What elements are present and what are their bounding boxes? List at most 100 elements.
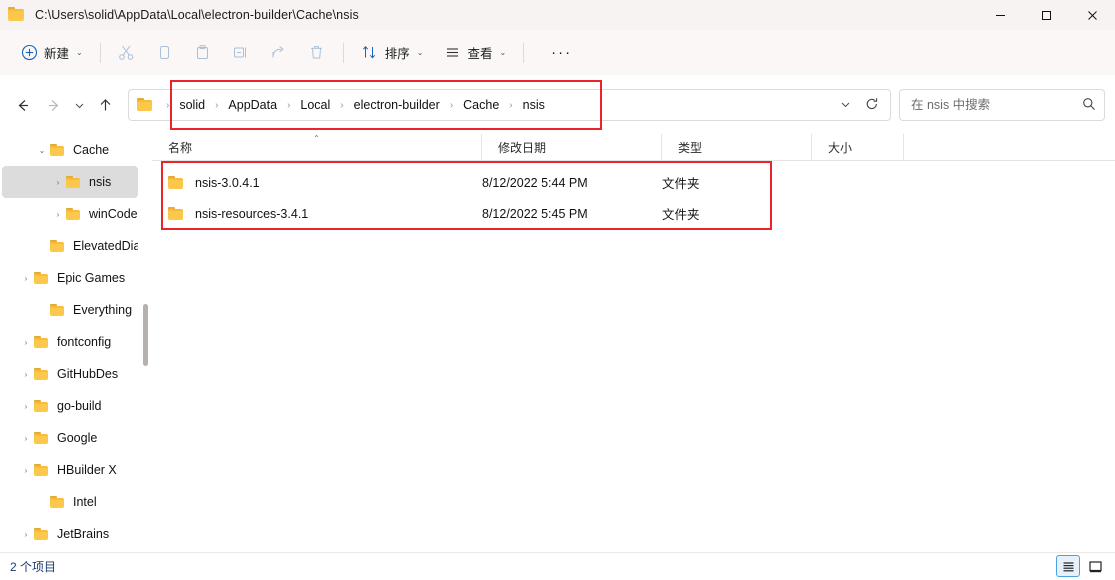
file-explorer-window: C:\Users\solid\AppData\Local\electron-bu… [0,0,1115,580]
folder-icon [34,463,50,477]
chevron-down-icon[interactable]: ⌄ [34,146,50,155]
folder-icon [50,239,66,253]
search-input[interactable] [900,98,1072,112]
back-button[interactable] [8,90,38,120]
sort-ascending-icon: ⌃ [313,133,320,143]
sidebar-item-label: JetBrains [57,527,110,541]
copy-button[interactable] [148,37,182,69]
share-button[interactable] [262,37,296,69]
folder-icon [34,335,50,349]
sidebar-item-hbuilder-x[interactable]: › HBuilder X [2,454,138,486]
sidebar-item-elevateddia[interactable]: ElevatedDia [2,230,138,262]
sidebar-item-wincode[interactable]: › winCode [2,198,138,230]
chevron-right-icon[interactable]: › [50,178,66,187]
chevron-right-icon[interactable]: › [18,370,34,379]
folder-icon [34,527,50,541]
forward-button[interactable] [38,90,68,120]
chevron-right-icon[interactable]: › [18,402,34,411]
more-options-button[interactable]: ··· [533,37,590,69]
sidebar-item-label: HBuilder X [57,463,117,477]
ellipsis-icon: ··· [551,44,573,61]
sidebar-item-fontconfig[interactable]: › fontconfig [2,326,138,358]
column-header-name[interactable]: ⌃ 名称 [152,133,482,161]
large-icons-view-toggle[interactable] [1083,555,1107,577]
chevron-right-icon[interactable]: › [18,274,34,283]
column-header-size[interactable]: 大小 [812,133,904,161]
share-icon [270,44,288,62]
column-header-size-label: 大小 [828,140,853,155]
breadcrumb-separator: › [340,99,344,111]
sidebar-item-label: Everything [73,303,133,317]
toolbar-divider-1 [99,42,101,63]
search-icon[interactable] [1072,97,1106,114]
recent-locations-button[interactable] [68,90,90,120]
rename-button[interactable] [224,37,258,69]
sidebar-item-go-build[interactable]: › go-build [2,390,138,422]
column-header-date[interactable]: 修改日期 [482,133,662,161]
folder-icon [168,206,185,221]
address-dropdown-button[interactable] [830,99,861,112]
maximize-button[interactable] [1023,0,1069,30]
sidebar-item-cache[interactable]: ⌄ Cache [2,134,138,166]
breadcrumb-item-appdata[interactable]: AppData [225,95,280,115]
breadcrumb-item-cache[interactable]: Cache [460,95,502,115]
table-row[interactable]: nsis-3.0.4.1 8/12/2022 5:44 PM 文件夹 [152,167,1115,198]
sidebar-item-intel[interactable]: Intel [2,486,138,518]
folder-icon [50,495,66,509]
sidebar-item-everything[interactable]: Everything [2,294,138,326]
sidebar-item-jetbrains[interactable]: › JetBrains [2,518,138,550]
folder-icon [34,367,50,381]
chevron-right-icon[interactable]: › [18,466,34,475]
address-bar[interactable]: › solid › AppData › Local › electron-builder › C… [128,89,891,121]
up-button[interactable] [90,90,120,120]
paste-button[interactable] [186,37,220,69]
folder-icon [168,206,185,221]
details-view-toggle[interactable] [1056,555,1080,577]
sort-button[interactable]: 排序 ⌄ [353,37,432,69]
file-type-cell: 文件夹 [662,177,700,191]
column-header-type[interactable]: 类型 [662,133,812,161]
sidebar-scrollbar-thumb[interactable] [143,304,148,366]
navigation-pane[interactable]: ⌄ Cache › nsis › winCode ElevatedDia › Epic Game… [0,134,140,552]
view-button-label: 查看 [467,47,493,61]
close-button[interactable] [1069,0,1115,30]
column-header-name-label: 名称 [168,140,193,155]
chevron-right-icon[interactable]: › [50,210,66,219]
breadcrumb-item-nsis[interactable]: nsis [520,95,548,115]
sidebar-item-google[interactable]: › Google [2,422,138,454]
chevron-right-icon[interactable]: › [18,530,34,539]
window-folder-icon [8,7,26,23]
cut-button[interactable] [110,37,144,69]
folder-icon [66,207,82,221]
table-row[interactable]: nsis-resources-3.4.1 8/12/2022 5:45 PM 文件夹 [152,198,1115,229]
column-header-row: ⌃ 名称 修改日期 类型 大小 [152,133,1115,161]
search-box[interactable] [899,89,1105,121]
sidebar-item-githubdes[interactable]: › GitHubDes [2,358,138,390]
breadcrumb-item-solid[interactable]: solid [176,95,208,115]
sidebar-item-nsis[interactable]: › nsis [2,166,138,198]
file-list: nsis-3.0.4.1 8/12/2022 5:44 PM 文件夹 nsis-res… [152,161,1115,229]
delete-button[interactable] [300,37,334,69]
folder-icon [34,431,50,445]
view-button[interactable]: 查看 ⌄ [435,37,514,69]
refresh-button[interactable] [861,97,890,114]
breadcrumb-item-local[interactable]: Local [297,95,333,115]
folder-icon [50,303,66,317]
plus-circle-icon [20,44,38,62]
minimize-button[interactable] [977,0,1023,30]
sidebar-item-label: GitHubDes [57,367,119,381]
folder-icon [34,367,50,381]
breadcrumb-separator: › [166,99,170,111]
cut-icon [118,44,136,62]
file-name-cell[interactable]: nsis-resources-3.4.1 [152,198,482,229]
sidebar-scrollbar[interactable] [142,134,149,552]
folder-icon [34,271,50,285]
folder-icon [66,175,82,189]
file-name-cell[interactable]: nsis-3.0.4.1 [152,167,482,198]
chevron-right-icon[interactable]: › [18,434,34,443]
breadcrumb-item-electron-builder[interactable]: electron-builder [351,95,443,115]
chevron-right-icon[interactable]: › [18,338,34,347]
new-button[interactable]: 新建 ⌄ [12,37,91,69]
sidebar-item-epic-games[interactable]: › Epic Games [2,262,138,294]
breadcrumb-separator: › [287,99,291,111]
